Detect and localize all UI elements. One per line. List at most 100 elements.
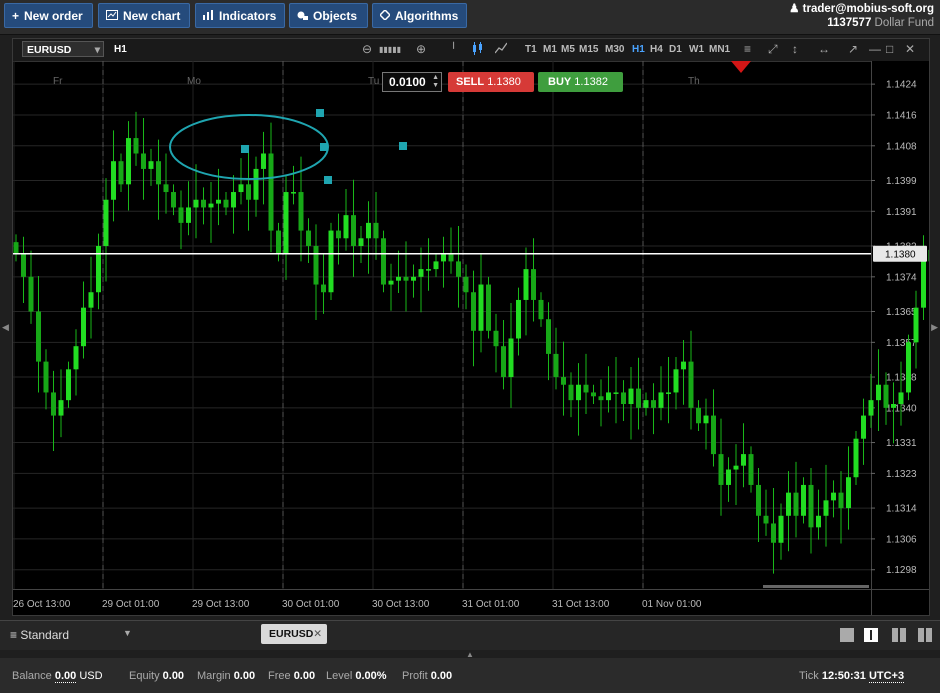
price-tick-label: 1.1424 [886,80,917,91]
candle [538,299,544,320]
server-time: 12:50:31 [821,670,866,682]
price-tick-label: 1.1365 [886,307,917,318]
timeframe-w1[interactable]: W1 [689,44,704,55]
candle [741,454,746,466]
candle [876,384,881,401]
chart-settings-icon[interactable]: ≡ [744,42,751,56]
account-info[interactable]: ♟ trader@mobius-soft.org 1137577 Dollar … [789,2,934,30]
timeframe-m5[interactable]: M5 [561,44,575,55]
timeframe-m15[interactable]: M15 [579,44,598,55]
candle [771,523,776,543]
symbol-selector[interactable]: EURUSD ▾ [22,41,104,57]
new-order-button[interactable]: + New order [4,3,93,28]
level-label: Level [326,670,353,682]
level-value: 0.00% [355,670,387,682]
layout-grid-icon[interactable] [864,628,878,642]
new-chart-button[interactable]: New chart [98,3,190,28]
candle [58,400,64,416]
candle [568,384,574,401]
layout-vertical-icon[interactable] [892,628,906,642]
timeframe-mn1[interactable]: MN1 [709,44,730,55]
timezone-selector[interactable]: UTC+3 [868,670,905,683]
bar-type-icon[interactable]: ╵ [450,42,457,56]
price-chart[interactable]: 1.1424 1.1416 1.1408 1.1399 1.1391 1.1382 1.13… [13,61,929,615]
candle [508,338,514,378]
ellipse-handle[interactable] [320,143,328,151]
candle [418,269,424,277]
line-chart-icon[interactable] [494,42,508,57]
margin-label: Margin [197,670,231,682]
candles-icon[interactable] [472,42,484,58]
timeframe-d1[interactable]: D1 [669,44,682,55]
horizontal-scrollbar[interactable] [763,585,869,588]
candle [913,307,919,343]
zoom-out-icon[interactable]: ⊖ [362,42,372,56]
close-tab-icon[interactable]: ✕ [313,624,322,644]
candle [718,454,724,485]
candle [231,192,236,208]
sell-button[interactable]: SELL 1.1380 [448,72,534,92]
close-icon[interactable]: ✕ [905,42,915,56]
candle [103,199,109,246]
candle [216,199,221,204]
timeframe-t1[interactable]: T1 [525,44,537,55]
ellipse-handle[interactable] [324,176,332,184]
ellipse-handle[interactable] [399,142,407,150]
ellipse-handle[interactable] [241,145,249,153]
zoom-slider[interactable]: ▮▮▮▮▮ [379,45,401,54]
balance-value[interactable]: 0.00 [54,670,77,683]
candle [786,492,791,516]
candle [298,192,304,231]
time-tick-label: 01 Nov 01:00 [642,599,702,610]
equity-label: Equity [129,670,160,682]
quantity-input[interactable]: 0.0100 ▲ ▼ [382,72,442,92]
layout-single-icon[interactable] [840,628,854,642]
timeframe-m30[interactable]: M30 [605,44,624,55]
spinner-icon[interactable]: ▲ ▼ [432,74,439,90]
candle [118,161,124,185]
candle [688,361,694,408]
candle [223,199,229,208]
candle [598,396,604,401]
candle [613,392,619,394]
ellipse-handle[interactable] [316,109,324,117]
indicators-button[interactable]: Indicators [195,3,285,28]
algorithms-button[interactable]: Algorithms [372,3,467,28]
candle [703,415,709,424]
collapse-left-icon[interactable]: ◀ [2,322,9,333]
candle [831,492,836,501]
candle [763,515,769,524]
candle [823,500,829,516]
timeframe-h1[interactable]: H1 [632,44,645,55]
account-user: trader@mobius-soft.org [802,3,934,15]
layout-mixed-icon[interactable] [918,628,932,642]
day-label: Fr [53,76,63,87]
buy-button[interactable]: BUY 1.1382 [538,72,623,92]
horizontal-resize-icon[interactable]: ↔ [818,42,830,56]
candle [366,222,371,239]
timeframe-m1[interactable]: M1 [543,44,557,55]
alert-marker[interactable] [731,61,751,73]
zoom-in-icon[interactable]: ⊕ [416,42,426,56]
objects-button[interactable]: Objects [289,3,368,28]
candle [501,346,506,378]
candle [358,238,364,246]
sell-price: 1.1380 [487,76,521,88]
collapse-right-icon[interactable]: ▶ [931,322,938,333]
minimize-icon[interactable]: — [869,42,881,56]
expand-icon[interactable]: ⤢ [768,42,778,57]
candle [381,238,386,285]
time-tick-label: 31 Oct 13:00 [552,599,610,610]
price-tick-label: 1.1298 [886,565,917,576]
bar-chart-icon [203,9,214,23]
vertical-resize-icon[interactable]: ↕ [792,42,798,56]
timeframe-h4[interactable]: H4 [650,44,663,55]
chart-tab[interactable]: EURUSD ✕ [261,624,327,644]
detach-icon[interactable]: ↗ [848,42,858,56]
balance-label: Balance [12,670,52,682]
candle [606,392,611,401]
time-tick-label: 31 Oct 01:00 [462,599,520,610]
workspace-selector[interactable]: ≡ Standard ▼ [10,628,132,642]
account-name: Dollar Fund [874,17,934,29]
maximize-icon[interactable]: □ [886,42,893,56]
